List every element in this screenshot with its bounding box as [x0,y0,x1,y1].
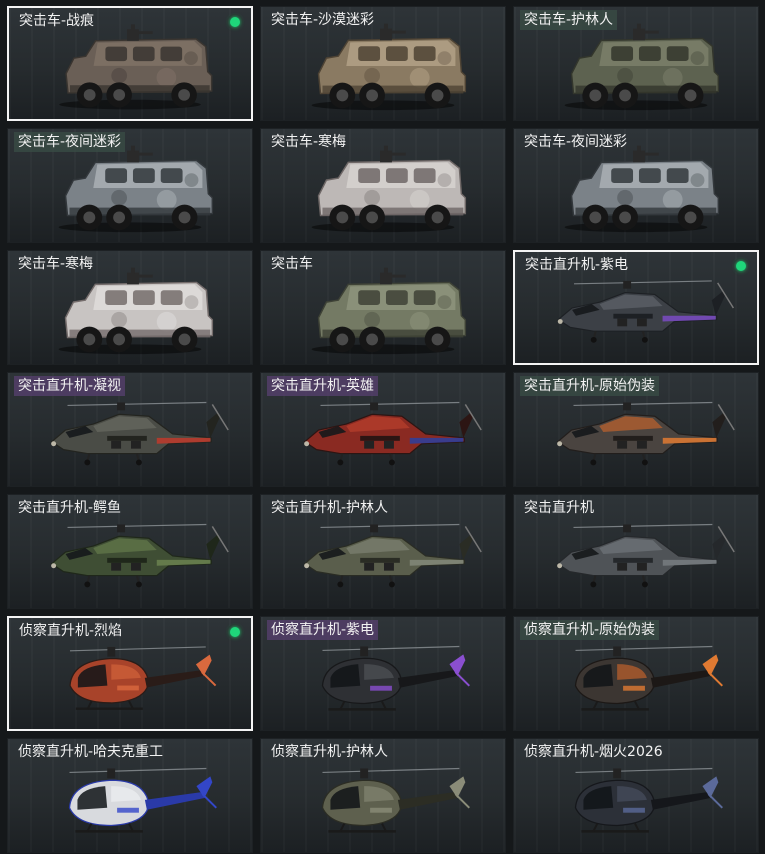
vehicle-skin-card[interactable]: 突击直升机-护林人 [260,494,506,609]
attack-helicopter-image [303,523,482,588]
skin-name-label: 突击直升机-英雄 [267,376,379,396]
skin-name-label: 突击车-寒梅 [18,256,94,272]
skin-name-label: 侦察直升机-烟火2026 [524,744,663,760]
skin-name-label: 突击直升机-凝视 [14,376,126,396]
equipped-indicator-icon [227,624,243,640]
vehicle-skin-card[interactable]: 突击直升机-凝视 [7,372,253,487]
scout-helicopter-image [574,767,723,833]
vehicle-skin-card[interactable]: 突击直升机-英雄 [260,372,506,487]
equipped-indicator-icon [227,14,243,30]
armored-truck-image [59,24,213,110]
skin-name-label: 突击直升机-护林人 [271,500,389,516]
armored-truck-image [311,145,467,233]
attack-helicopter-image [303,401,482,466]
skin-name-label: 侦察直升机-哈夫克重工 [18,744,164,760]
attack-helicopter-image [50,401,229,466]
vehicle-skin-card[interactable]: 突击车-沙漠迷彩 [260,6,506,121]
scout-helicopter-image [68,767,217,833]
attack-helicopter-image [556,401,735,466]
vehicle-skin-card[interactable]: 突击直升机-鳄鱼 [7,494,253,609]
vehicle-skin-card[interactable]: 侦察直升机-烈焰 [7,616,253,731]
skin-name-label: 突击车 [271,256,313,272]
vehicle-skin-card[interactable]: 突击车-寒梅 [7,250,253,365]
skin-name-label: 侦察直升机-烈焰 [19,623,123,639]
vehicle-skin-card[interactable]: 突击车-夜间迷彩 [7,128,253,243]
vehicle-skin-card[interactable]: 突击车-护林人 [513,6,759,121]
vehicle-skin-card[interactable]: 突击直升机 [513,494,759,609]
attack-helicopter-image [556,523,735,588]
attack-helicopter-image [557,280,735,343]
skin-name-label: 侦察直升机-护林人 [271,744,389,760]
vehicle-skin-card[interactable]: 侦察直升机-护林人 [260,738,506,853]
armored-truck-image [564,23,720,111]
armored-truck-image [311,267,467,355]
vehicle-skin-grid: 突击车-战痕 突击车-沙漠迷彩 突击车-护林人 突击车-夜间迷彩 突击车-寒梅 突击车-夜… [7,6,760,853]
armored-truck-image [564,145,720,233]
scout-helicopter-image [321,767,470,833]
vehicle-skin-card[interactable]: 侦察直升机-烟火2026 [513,738,759,853]
skin-name-label: 突击车-寒梅 [271,134,347,150]
vehicle-skin-card[interactable]: 突击直升机-原始伪装 [513,372,759,487]
vehicle-skin-card[interactable]: 突击直升机-紫电 [513,250,759,365]
scout-helicopter-image [69,646,217,710]
scout-helicopter-image [574,645,723,711]
skin-name-label: 突击车-战痕 [19,13,95,29]
skin-name-label: 突击车-沙漠迷彩 [271,12,375,28]
equipped-indicator-icon [733,258,749,274]
vehicle-skin-card[interactable]: 侦察直升机-原始伪装 [513,616,759,731]
vehicle-skin-card[interactable]: 突击车-战痕 [7,6,253,121]
armored-truck-image [58,267,214,355]
vehicle-skin-card[interactable]: 侦察直升机-哈夫克重工 [7,738,253,853]
armored-truck-image [58,145,214,233]
skin-name-label: 突击直升机-原始伪装 [520,376,660,396]
skin-name-label: 突击直升机 [524,500,594,516]
skin-name-label: 突击车-夜间迷彩 [14,132,126,152]
vehicle-skin-card[interactable]: 突击车-寒梅 [260,128,506,243]
skin-name-label: 突击车-护林人 [520,10,618,30]
skin-name-label: 侦察直升机-紫电 [267,620,379,640]
skin-name-label: 突击车-夜间迷彩 [524,134,628,150]
skin-name-label: 突击直升机-紫电 [525,257,629,273]
skin-name-label: 突击直升机-鳄鱼 [18,500,122,516]
attack-helicopter-image [50,523,229,588]
vehicle-skin-card[interactable]: 突击车-夜间迷彩 [513,128,759,243]
vehicle-skin-card[interactable]: 突击车 [260,250,506,365]
scout-helicopter-image [321,645,470,711]
vehicle-skin-card[interactable]: 侦察直升机-紫电 [260,616,506,731]
skin-name-label: 侦察直升机-原始伪装 [520,620,660,640]
armored-truck-image [311,23,467,111]
